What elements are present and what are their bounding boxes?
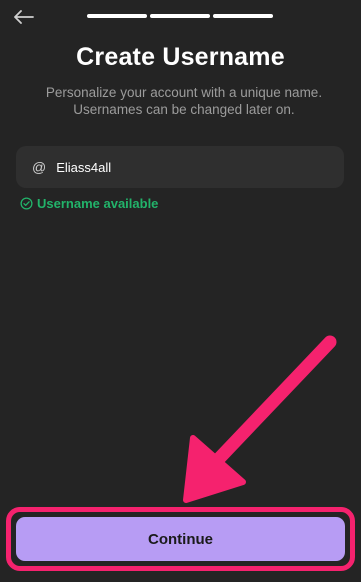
continue-highlight: Continue xyxy=(6,507,355,571)
page-subtitle: Personalize your account with a unique n… xyxy=(45,85,323,117)
progress-step-2 xyxy=(150,14,210,18)
back-button[interactable] xyxy=(10,6,38,28)
progress-step-1 xyxy=(87,14,147,18)
at-prefix: @ xyxy=(32,159,47,175)
username-field[interactable]: @ xyxy=(16,146,344,188)
progress-step-3 xyxy=(213,14,273,18)
arrow-left-icon xyxy=(14,10,34,24)
username-status: Username available xyxy=(20,196,158,211)
page-title: Create Username xyxy=(76,43,285,71)
top-bar xyxy=(0,0,361,34)
continue-button[interactable]: Continue xyxy=(16,517,345,561)
check-circle-icon xyxy=(20,197,33,210)
progress-indicator xyxy=(87,14,273,18)
create-username-screen: Create Username Personalize your account… xyxy=(0,0,361,582)
username-input[interactable] xyxy=(56,159,317,175)
username-status-text: Username available xyxy=(37,196,159,211)
